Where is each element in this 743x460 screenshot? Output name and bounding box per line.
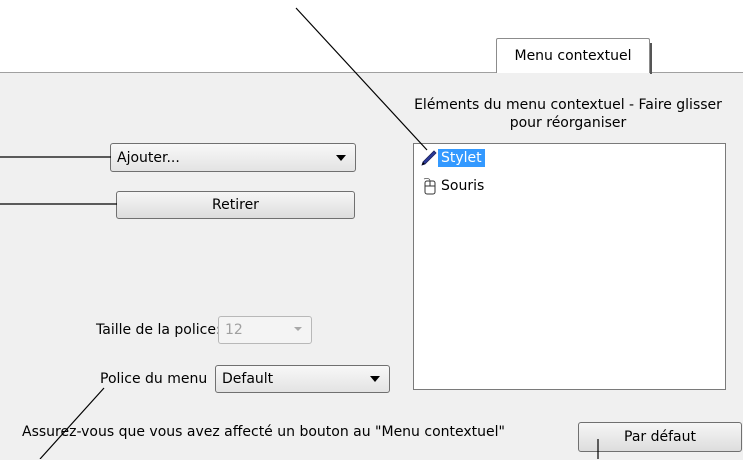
- list-item-label: Souris: [441, 178, 485, 194]
- menu-font-value: Default: [222, 371, 274, 387]
- add-item-dropdown[interactable]: Ajouter...: [110, 143, 356, 172]
- list-item[interactable]: Souris: [420, 176, 487, 196]
- font-size-value: 12: [225, 322, 243, 338]
- context-menu-list[interactable]: Stylet Souris: [413, 143, 726, 390]
- default-button-label: Par défaut: [624, 429, 696, 445]
- chevron-down-icon: [294, 327, 302, 331]
- list-header: Eléments du menu contextuel - Faire glis…: [414, 97, 722, 131]
- font-size-dropdown[interactable]: 12: [218, 316, 312, 344]
- assignment-note: Assurez-vous que vous avez affecté un bo…: [22, 424, 505, 440]
- list-item[interactable]: Stylet: [420, 148, 485, 168]
- mouse-icon: [420, 177, 438, 195]
- remove-button[interactable]: Retirer: [116, 191, 355, 219]
- menu-font-dropdown[interactable]: Default: [215, 365, 390, 393]
- remove-button-label: Retirer: [212, 197, 259, 213]
- add-item-value: Ajouter...: [117, 149, 180, 166]
- chevron-down-icon: [336, 154, 346, 161]
- list-item-label: Stylet: [438, 149, 485, 167]
- menu-font-label: Police du menu: [100, 371, 208, 387]
- tab-label: Menu contextuel: [514, 48, 632, 64]
- pen-icon: [420, 149, 438, 167]
- font-size-label: Taille de la police:: [96, 322, 221, 338]
- tab-menu-contextuel[interactable]: Menu contextuel: [496, 38, 652, 74]
- default-button[interactable]: Par défaut: [578, 422, 742, 452]
- chevron-down-icon: [370, 376, 380, 382]
